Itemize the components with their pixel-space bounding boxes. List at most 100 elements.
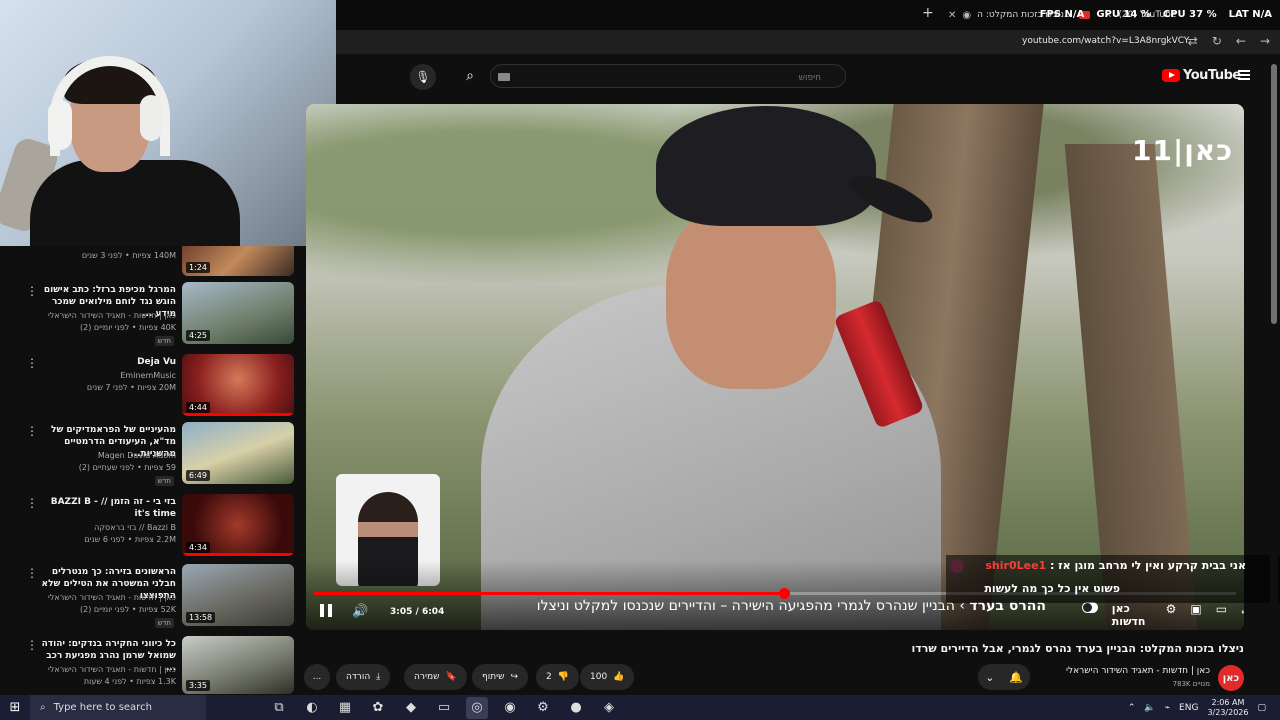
video-stats: 140M צפיות • לפני 3 שנים [81, 251, 176, 260]
url-text[interactable]: youtube.com/watch?v=L3A8nrgkVCY [1022, 36, 1189, 46]
pause-button[interactable] [320, 604, 334, 618]
chat-avatar [950, 559, 964, 573]
video-title[interactable]: Deja Vu [36, 356, 176, 368]
network-icon[interactable]: ⌁ [1165, 703, 1170, 713]
search-input[interactable] [491, 67, 845, 89]
lang-indicator[interactable]: ENG [1179, 703, 1198, 713]
microphone-icon: 🎙 [415, 70, 431, 84]
watch-progress-bar [182, 553, 294, 556]
thumbs-up-icon: 👍 [613, 672, 625, 682]
chat-overlay: אני בבית קרקע ואין לי מרחב מוגן אז : shi… [946, 555, 1280, 603]
video-stats: 40K צפיות • לפני יומיים (2) [79, 323, 176, 332]
chat-message-2: פשוט אין כל כך מה לעשות [984, 582, 1120, 595]
search-icon: ⌕ [40, 702, 46, 713]
video-thumbnail[interactable]: 3:35 [182, 636, 294, 694]
steam-icon[interactable]: ⚙ [532, 697, 554, 719]
mute-icon[interactable]: ◉ [962, 10, 971, 21]
back-icon[interactable]: ← [1236, 34, 1246, 48]
obs-icon[interactable]: ● [565, 697, 587, 719]
video-thumbnail[interactable]: 6:49 [182, 422, 294, 484]
volume-icon[interactable]: 🔊 [352, 604, 368, 619]
download-button[interactable]: הורדה ⤓ [336, 664, 391, 690]
more-actions-button[interactable]: ... [304, 664, 330, 690]
channel-tag[interactable]: כאן חדשות [1112, 602, 1152, 628]
channel-name[interactable]: כאן | חדשות - תאגיד השידור הישראלי [16, 592, 176, 603]
clock[interactable]: 2:06 AM 3/23/2026 [1207, 698, 1248, 718]
channel-name[interactable]: EminemMusic [16, 370, 176, 381]
theater-icon[interactable]: ▭ [1216, 602, 1227, 628]
save-button[interactable]: שמירה 🔖 [404, 664, 467, 690]
streamer-body [30, 160, 240, 246]
close-icon[interactable]: ✕ [948, 10, 956, 21]
webcam-overlay [0, 0, 336, 246]
chevron-down-icon: ⌄ [985, 670, 995, 684]
new-tab-button[interactable]: + [922, 5, 934, 21]
app-icon[interactable]: ◉ [499, 697, 521, 719]
settings-icon[interactable]: ⚙ [1166, 602, 1177, 628]
man-cap [656, 106, 876, 226]
video-stats: 59 צפיות • לפני שעתיים (2) [78, 463, 176, 472]
subscriber-count: 783K מנויים [1172, 680, 1210, 688]
fullscreen-icon[interactable]: ⤢ [1241, 602, 1244, 628]
chrome-icon[interactable]: ◎ [466, 696, 488, 719]
browser-tab-bar: + ✕ ◉ ניצלו בזכות המקלט: ה... ✕ (20) You… [336, 0, 1280, 30]
file-explorer-icon[interactable]: ▭ [433, 697, 455, 719]
windows-start-icon[interactable]: ⊞ [0, 695, 30, 720]
search-box[interactable] [490, 64, 846, 89]
video-thumbnail[interactable]: 4:34 [182, 494, 294, 556]
video-thumbnail[interactable]: 4:25 [182, 282, 294, 344]
copilot-icon[interactable]: ✿ [367, 697, 389, 719]
reload-icon[interactable]: ↻ [1212, 34, 1222, 48]
translate-icon[interactable]: ⇄ [1188, 34, 1198, 48]
youtube-header: 🎙 ⌕ YouTube [300, 54, 1280, 100]
time-display: 3:05 / 6:04 [390, 607, 445, 617]
share-icon: ↪ [510, 672, 519, 682]
search-button[interactable]: ⌕ [458, 64, 482, 88]
task-view-icon[interactable]: ⧉ [268, 697, 290, 719]
subscribe-bell-button[interactable]: ⌄ 🔔 [978, 664, 1030, 690]
chat-message: אני בבית קרקע ואין לי מרחב מוגן אז : shi… [985, 559, 1246, 572]
video-thumbnail[interactable]: 13:58 [182, 564, 294, 626]
store-icon[interactable]: ▦ [334, 697, 356, 719]
voice-search-button[interactable]: 🎙 [410, 64, 436, 90]
speaker-icon[interactable]: 🔈 [1144, 703, 1155, 713]
notifications-icon[interactable]: ▢ [1257, 703, 1266, 713]
keyboard-icon[interactable] [498, 73, 510, 81]
autoplay-toggle[interactable] [1082, 602, 1098, 613]
share-button[interactable]: שיתוף ↪ [472, 664, 529, 690]
edge-icon[interactable]: ◐ [301, 697, 323, 719]
m365-icon[interactable]: ◆ [400, 697, 422, 719]
page-scrollbar[interactable] [1270, 60, 1278, 690]
menu-icon[interactable] [1238, 70, 1250, 80]
video-thumbnail[interactable]: 4:44 [182, 354, 294, 416]
channel-avatar[interactable]: כאן [1218, 665, 1244, 691]
performance-overlay: FPS N/A GPU 14 % CPU 37 % LAT N/A [1039, 9, 1272, 20]
youtube-logo[interactable]: YouTube [1162, 68, 1241, 83]
channel-name[interactable]: Magen David Adom [16, 450, 176, 461]
thumbs-down-icon: 👎 [557, 672, 569, 682]
video-title[interactable]: בזי בי - זה הזמן // BAZZI B - it's time [36, 496, 176, 520]
like-button[interactable]: 100 👍 [580, 664, 635, 690]
progress-played [314, 592, 785, 595]
new-badge: חדש [154, 618, 174, 628]
download-icon: ⤓ [376, 672, 381, 682]
video-stats: 52K צפיות • לפני יומיים (2) [79, 605, 176, 614]
app2-icon[interactable]: ◈ [598, 697, 620, 719]
dislike-button[interactable]: 2 👎 [536, 664, 579, 690]
miniplayer-icon[interactable]: ▣ [1190, 602, 1201, 628]
channel-name[interactable]: כאן | חדשות - תאגיד השידור הישראלי [16, 664, 176, 675]
channel-name[interactable]: Bazzi B // בזי בראסקה [16, 522, 176, 533]
address-bar[interactable]: youtube.com/watch?v=L3A8nrgkVCY ⇄ ↻ ← → [336, 30, 1280, 54]
video-stats: 20M צפיות • לפני 7 שנים [86, 383, 176, 392]
chevron-up-icon[interactable]: ⌃ [1128, 703, 1136, 713]
video-player[interactable]: כאן|11 🔊 3:05 / 6:04 ההרס בערד › הבניין … [306, 104, 1244, 630]
new-badge: חדש [154, 336, 174, 346]
screen: + ✕ ◉ ניצלו בזכות המקלט: ה... ✕ (20) You… [0, 0, 1280, 720]
watch-progress-bar [182, 413, 294, 416]
taskbar-search[interactable]: ⌕ Type here to search [30, 695, 206, 720]
video-stats: 1.3K צפיות • לפני 4 שעות [83, 677, 176, 686]
recommendations-sidebar: 1:24 Guardian News 140M צפיות • לפני 3 ש… [0, 239, 300, 695]
forward-icon[interactable]: → [1260, 34, 1270, 48]
channel-name[interactable]: כאן | חדשות - תאגיד השידור הישראלי [1000, 666, 1210, 676]
channel-name[interactable]: כאן | חדשות - תאגיד השידור הישראלי [16, 310, 176, 321]
